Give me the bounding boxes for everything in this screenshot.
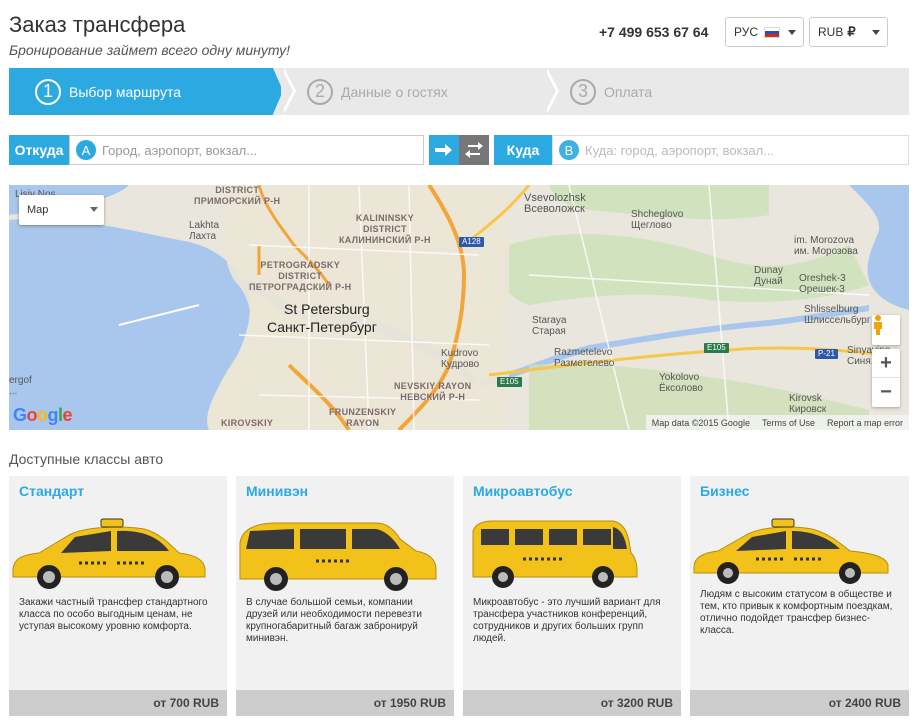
map-label-primorsky: DISTRICT ПРИМОРСКИЙ Р-Н — [194, 185, 281, 206]
map-terms-link[interactable]: Terms of Use — [762, 418, 815, 428]
step-guests[interactable]: 2 Данные о гостях — [307, 68, 448, 115]
map-label-staraya: Staraya Старая — [532, 315, 567, 337]
map-label-nevsky: NEVSKIY RAYON НЕВСКИЙ Р-Н — [394, 381, 472, 402]
step-divider-inner — [281, 68, 293, 114]
map-label-oreshek: Oreshek-3 Орешек-3 — [799, 273, 846, 295]
map-label-vsevolozhsk: Vsevolozhsk Всеволожск — [524, 192, 586, 215]
street-view-pegman-icon[interactable] — [872, 315, 900, 345]
class-name: Стандарт — [19, 483, 85, 499]
from-input[interactable] — [102, 142, 423, 158]
class-price: от 700 RUB — [9, 690, 227, 716]
map-label-razmetelevo: Razmetelevo Разметелево — [554, 347, 615, 369]
step-number: 2 — [307, 78, 333, 105]
road-sign-e105: E105 — [497, 377, 522, 387]
road-sign-e105: E105 — [704, 343, 729, 353]
class-description: В случае большой семьи, компании друзей … — [246, 597, 422, 644]
map-label-kalininsky: KALININSKY DISTRICT КАЛИНИНСКИЙ Р-Н — [339, 213, 431, 245]
zoom-in-button[interactable]: + — [872, 349, 900, 378]
step-divider-inner — [544, 68, 556, 114]
classes-title: Доступные классы авто — [9, 451, 164, 467]
from-label: Откуда — [9, 135, 69, 165]
class-description: Людям с высоким статусом в обществе и те… — [700, 589, 893, 636]
class-name: Микроавтобус — [473, 483, 573, 499]
map-label-shcheglovo: Shcheglovo Щеглово — [631, 209, 684, 231]
zoom-controls: + − — [872, 349, 900, 407]
map-label-petrogradsky: PETROGRADSKY DISTRICT ПЕТРОГРАДСКИЙ Р-Н — [249, 260, 352, 292]
chevron-down-icon — [788, 30, 796, 35]
from-field[interactable]: A — [69, 135, 424, 165]
map-label-dunay: Dunay Дунай — [754, 265, 783, 287]
to-field[interactable]: B — [552, 135, 909, 165]
class-description: Микроавтобус - это лучший вариант для тр… — [473, 597, 661, 644]
arrow-right-icon — [435, 144, 452, 156]
step-route[interactable]: 1 Выбор маршрута — [9, 68, 283, 115]
class-card-business[interactable]: Бизнес Людям с высоким статусом в общест… — [690, 476, 909, 716]
map-label-kudrovo: Kudrovo Кудрово — [441, 348, 480, 370]
class-price: от 2400 RUB — [690, 690, 909, 716]
step-label: Оплата — [604, 83, 653, 100]
class-name: Минивэн — [246, 483, 309, 499]
phone-number[interactable]: +7 499 653 67 64 — [599, 24, 708, 40]
currency-value: RUB — [818, 25, 844, 39]
swap-arrows-icon — [465, 142, 483, 158]
sedan-taxi-icon — [693, 518, 889, 584]
russia-flag-icon — [764, 26, 781, 38]
map-label-lakhta: Lakhta Лахта — [189, 220, 220, 242]
map-label-city-ru: Санкт-Петербург — [267, 319, 377, 335]
page-title: Заказ трансфера — [9, 12, 186, 37]
map-label-frunzensky: FRUNZENSKIY RAYON — [329, 407, 397, 428]
chevron-down-icon — [872, 30, 880, 35]
map-label-city-en: St Petersburg — [284, 301, 370, 317]
step-label: Выбор маршрута — [69, 83, 181, 100]
class-card-standard[interactable]: Стандарт Закажи частный трансфер стандар… — [9, 476, 227, 716]
swap-button[interactable] — [429, 135, 459, 165]
map-label-shlisselburg: Shlisselburg Шлиссельбург — [804, 304, 871, 326]
class-price: от 3200 RUB — [463, 690, 681, 716]
chevron-down-icon — [90, 207, 98, 212]
class-name: Бизнес — [700, 483, 750, 499]
map-type-select[interactable]: Map — [19, 195, 104, 225]
google-logo[interactable]: Google — [13, 405, 73, 426]
step-number: 3 — [570, 78, 596, 105]
route-map[interactable]: Lisiy Nos LakhtaЛахта DISTRICT ПРИМОРСКИ… — [9, 185, 909, 430]
class-price: от 1950 RUB — [236, 690, 454, 716]
map-label-kirovsk: Kirovsk Кировск — [789, 393, 827, 415]
marker-b-icon: B — [559, 140, 579, 160]
to-input[interactable] — [585, 142, 908, 158]
step-label: Данные о гостях — [341, 83, 448, 100]
map-label-ergof: ergof ... — [9, 375, 32, 397]
ruble-icon: ₽ — [847, 24, 856, 39]
minivan-taxi-icon — [239, 522, 437, 591]
class-card-minivan[interactable]: Минивэн В случае большой семьи, компании… — [236, 476, 454, 716]
step-number: 1 — [35, 78, 61, 105]
map-report-link[interactable]: Report a map error — [827, 418, 903, 428]
zoom-out-button[interactable]: − — [872, 378, 900, 407]
map-footer: Map data ©2015 Google Terms of Use Repor… — [645, 415, 909, 430]
map-label-morozova: im. Morozova им. Морозова — [794, 235, 858, 257]
language-value: РУС — [734, 25, 759, 39]
road-sign-a128: A128 — [459, 237, 484, 247]
marker-a-icon: A — [76, 140, 96, 160]
hatchback-taxi-icon — [12, 518, 206, 589]
currency-select[interactable]: RUB ₽ — [809, 17, 888, 47]
map-label-yokolovo: Yokolovo Ёксолово — [659, 372, 703, 394]
swap-direction-button[interactable] — [459, 135, 489, 165]
step-payment[interactable]: 3 Оплата — [570, 68, 652, 115]
pegman-icon — [874, 315, 882, 335]
language-select[interactable]: РУС — [725, 17, 804, 47]
to-label: Куда — [494, 135, 552, 165]
booking-steps: 1 Выбор маршрута 2 Данные о гостях 3 Опл… — [9, 68, 909, 115]
class-card-microbus[interactable]: Микроавтобус Микроавтобус - это лучший в… — [463, 476, 681, 716]
map-attribution: Map data ©2015 Google — [651, 417, 750, 428]
map-type-value: Map — [27, 204, 49, 216]
page-subtitle: Бронирование займет всего одну минуту! — [9, 42, 291, 58]
microbus-taxi-icon — [472, 520, 638, 588]
class-description: Закажи частный трансфер стандартного кла… — [19, 597, 208, 632]
road-sign-r21: P-21 — [815, 349, 838, 359]
map-label-kirovsky: KIROVSKIY — [221, 418, 274, 428]
